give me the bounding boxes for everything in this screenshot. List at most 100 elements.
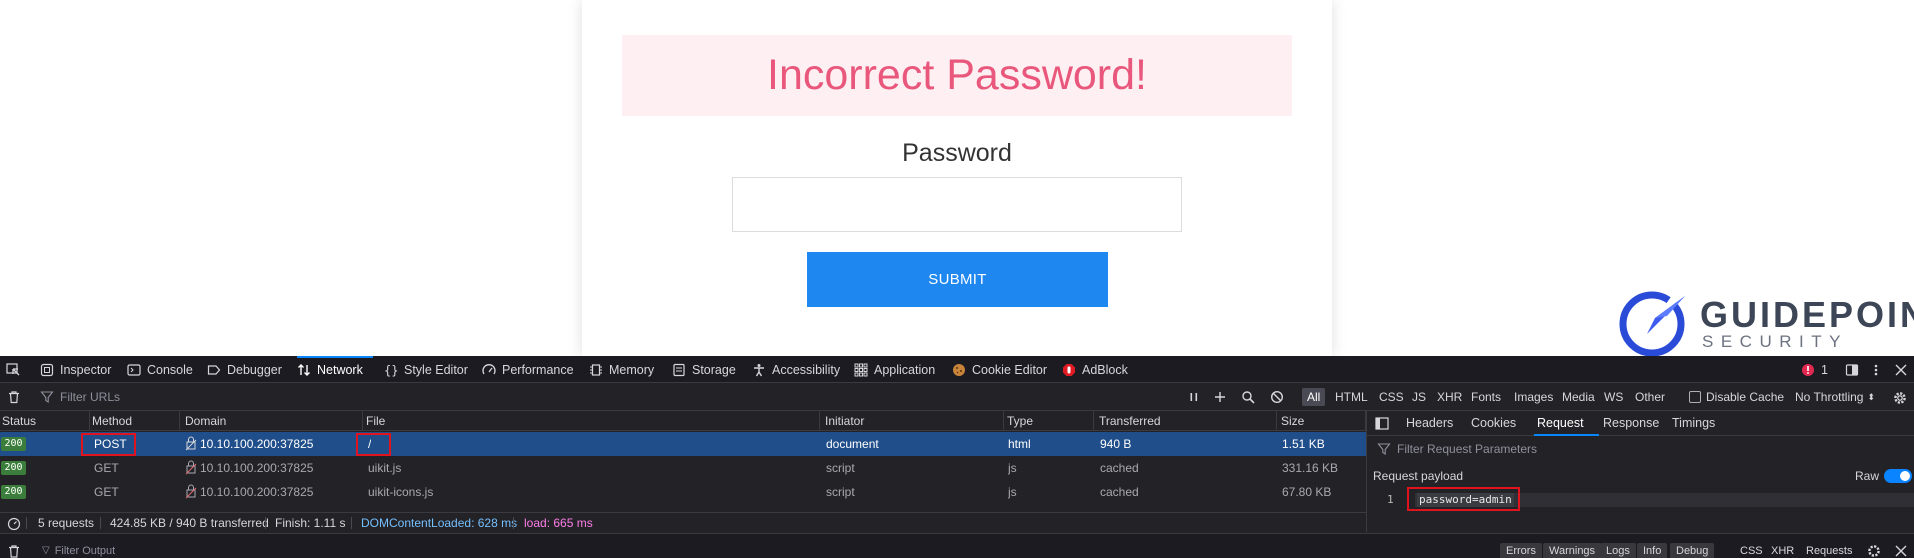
select-arrows-icon: ⬍ bbox=[1867, 391, 1876, 402]
disable-cache-label: Disable Cache bbox=[1706, 390, 1785, 404]
throttling-label: No Throttling bbox=[1795, 390, 1864, 404]
tab-performance[interactable]: Performance bbox=[482, 356, 574, 383]
cell-method: GET bbox=[94, 461, 119, 475]
block-requests-icon[interactable] bbox=[1270, 390, 1284, 407]
network-toolbar: Filter URLs All HTML CSS JS XHR Fonts Im… bbox=[0, 383, 1914, 411]
error-counter[interactable]: 1 bbox=[1801, 356, 1828, 383]
pause-icon[interactable] bbox=[1187, 390, 1201, 407]
submit-button[interactable]: SUBMIT bbox=[807, 252, 1108, 307]
filter-request-params-input[interactable]: Filter Request Parameters bbox=[1377, 436, 1537, 461]
type-filter-js[interactable]: JS bbox=[1407, 388, 1431, 406]
level-logs-button[interactable]: Logs bbox=[1600, 543, 1636, 558]
category-css-button[interactable]: CSS bbox=[1740, 543, 1763, 558]
tab-inspector[interactable]: Inspector bbox=[40, 356, 111, 383]
type-filter-css[interactable]: CSS bbox=[1374, 388, 1409, 406]
type-filter-xhr[interactable]: XHR bbox=[1432, 388, 1467, 406]
toggle-sidebar-icon[interactable] bbox=[1375, 411, 1389, 436]
status-badge: 200 bbox=[1, 437, 26, 451]
category-xhr-button[interactable]: XHR bbox=[1771, 543, 1794, 558]
pick-element-icon[interactable] bbox=[6, 356, 20, 383]
logo-subtitle: SECURITY bbox=[1702, 332, 1848, 351]
tab-headers[interactable]: Headers bbox=[1406, 411, 1453, 436]
type-filter-ws[interactable]: WS bbox=[1599, 388, 1628, 406]
cookie-icon bbox=[952, 363, 966, 377]
tab-adblock-label: AdBlock bbox=[1082, 362, 1128, 377]
cell-initiator: script bbox=[826, 485, 855, 499]
column-file[interactable]: File bbox=[364, 411, 820, 431]
tab-cookies[interactable]: Cookies bbox=[1471, 411, 1516, 436]
tab-response[interactable]: Response bbox=[1603, 411, 1659, 436]
cell-domain: 10.10.100.200:37825 bbox=[200, 461, 314, 475]
level-warnings-button[interactable]: Warnings bbox=[1543, 543, 1602, 558]
type-filter-fonts[interactable]: Fonts bbox=[1466, 388, 1506, 406]
filter-urls-input[interactable]: Filter URLs bbox=[40, 383, 120, 411]
type-filter-images[interactable]: Images bbox=[1509, 388, 1558, 406]
storage-icon bbox=[672, 363, 686, 377]
separator bbox=[100, 517, 101, 529]
tab-request[interactable]: Request bbox=[1537, 411, 1584, 436]
tab-network[interactable]: Network bbox=[297, 356, 363, 383]
column-status[interactable]: Status bbox=[0, 411, 90, 431]
table-row[interactable]: 200 GET 10.10.100.200:37825 uikit.js scr… bbox=[0, 456, 1366, 480]
cell-size: 67.80 KB bbox=[1282, 485, 1332, 499]
transfer-summary: 424.85 KB / 940 B transferred bbox=[110, 516, 269, 530]
tab-cookie-editor[interactable]: Cookie Editor bbox=[952, 356, 1047, 383]
column-domain[interactable]: Domain bbox=[183, 411, 363, 431]
clear-requests-icon[interactable] bbox=[7, 390, 21, 407]
category-requests-button[interactable]: Requests bbox=[1806, 543, 1852, 558]
level-info-button[interactable]: Info bbox=[1637, 543, 1668, 558]
filter-output-input[interactable]: ▽ Filter Output bbox=[42, 543, 115, 558]
throttling-select[interactable]: No Throttling ⬍ bbox=[1790, 388, 1880, 406]
close-devtools-icon[interactable] bbox=[1894, 356, 1908, 383]
style-editor-icon: {} bbox=[384, 363, 398, 377]
cell-transferred: cached bbox=[1100, 461, 1139, 475]
tab-accessibility[interactable]: Accessibility bbox=[752, 356, 840, 383]
tab-performance-label: Performance bbox=[502, 362, 574, 377]
tab-application[interactable]: Application bbox=[854, 356, 935, 383]
close-console-icon[interactable] bbox=[1894, 543, 1908, 558]
type-filter-all[interactable]: All bbox=[1302, 388, 1326, 406]
tab-console[interactable]: Console bbox=[127, 356, 193, 383]
timer-icon[interactable] bbox=[7, 513, 21, 533]
active-tab-indicator bbox=[297, 356, 373, 358]
tab-memory[interactable]: Memory bbox=[589, 356, 654, 383]
search-icon[interactable] bbox=[1241, 390, 1255, 407]
column-initiator[interactable]: Initiator bbox=[823, 411, 1004, 431]
tab-debugger[interactable]: Debugger bbox=[207, 356, 282, 383]
tab-storage[interactable]: Storage bbox=[672, 356, 736, 383]
raw-toggle-label: Raw bbox=[1855, 469, 1880, 483]
level-debug-button[interactable]: Debug bbox=[1670, 543, 1715, 558]
filter-request-params-placeholder: Filter Request Parameters bbox=[1397, 441, 1538, 456]
raw-toggle[interactable] bbox=[1884, 469, 1912, 483]
file-highlight-box bbox=[356, 433, 391, 456]
tab-inspector-label: Inspector bbox=[60, 362, 112, 377]
cell-file: uikit.js bbox=[368, 461, 402, 475]
table-row[interactable]: 200 GET 10.10.100.200:37825 uikit-icons.… bbox=[0, 480, 1366, 504]
type-filter-other[interactable]: Other bbox=[1630, 388, 1670, 406]
password-input[interactable] bbox=[732, 177, 1182, 232]
request-count: 5 requests bbox=[38, 516, 95, 530]
type-filter-media[interactable]: Media bbox=[1557, 388, 1600, 406]
column-type[interactable]: Type bbox=[1005, 411, 1094, 431]
tab-style-editor[interactable]: {} Style Editor bbox=[384, 356, 468, 383]
logo-wordmark: GUIDEPOINT bbox=[1700, 294, 1914, 335]
tab-timings[interactable]: Timings bbox=[1672, 411, 1715, 436]
accessibility-icon bbox=[752, 363, 766, 377]
column-method[interactable]: Method bbox=[90, 411, 180, 431]
dom-content-loaded-time: DOMContentLoaded: 628 ms bbox=[361, 516, 518, 530]
tab-adblock[interactable]: AdBlock bbox=[1062, 356, 1128, 383]
add-icon[interactable] bbox=[1213, 390, 1227, 407]
more-options-icon[interactable] bbox=[1869, 356, 1883, 383]
table-row[interactable]: 200 POST 10.10.100.200:37825 / document … bbox=[0, 432, 1366, 456]
type-filter-html[interactable]: HTML bbox=[1330, 388, 1373, 406]
cell-type: js bbox=[1008, 461, 1017, 475]
method-highlight-box bbox=[81, 433, 136, 456]
network-settings-gear-icon[interactable] bbox=[1892, 390, 1908, 409]
column-transferred[interactable]: Transferred bbox=[1097, 411, 1277, 431]
dock-options-icon[interactable] bbox=[1845, 356, 1859, 383]
level-errors-button[interactable]: Errors bbox=[1500, 543, 1542, 558]
disable-cache-checkbox[interactable]: Disable Cache bbox=[1684, 388, 1789, 406]
console-settings-gear-icon[interactable] bbox=[1866, 543, 1882, 558]
clear-console-icon[interactable] bbox=[7, 543, 21, 558]
column-size[interactable]: Size bbox=[1279, 411, 1366, 431]
